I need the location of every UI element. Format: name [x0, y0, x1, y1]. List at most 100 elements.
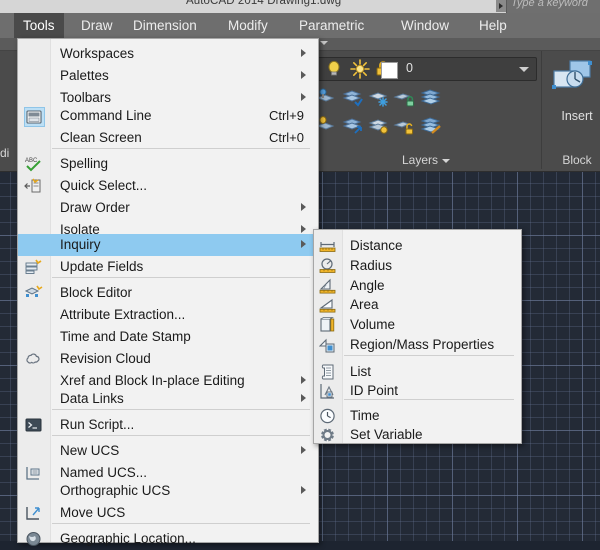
time-icon — [319, 408, 336, 424]
menu-item-shortcut: Ctrl+0 — [268, 130, 304, 145]
ribbon-expand-caret-icon[interactable] — [320, 41, 328, 45]
menu-separator — [52, 409, 310, 410]
layer-combo-caret-icon[interactable] — [519, 67, 529, 72]
menubar-item-draw[interactable]: Draw — [72, 13, 122, 38]
tools-menu-item-inquiry[interactable]: Inquiry — [18, 234, 318, 256]
layer-freeze-icon[interactable] — [348, 57, 372, 81]
submenu-separator — [344, 399, 514, 400]
tools-menu-item-data-links[interactable]: Data Links — [18, 388, 318, 410]
search-input[interactable]: Type a keyword — [511, 0, 588, 9]
layer-unlock-icon[interactable] — [393, 113, 417, 137]
layer-color-swatch[interactable] — [381, 62, 398, 79]
menu-item-label: New UCS — [60, 443, 120, 458]
ribbon-panel-layers: 0 Layers — [310, 51, 542, 169]
block-panel-label-text: Block — [562, 153, 592, 167]
tools-menu-item-block-editor[interactable]: Block Editor — [18, 282, 318, 304]
menu-item-label: Attribute Extraction... — [60, 307, 186, 322]
tools-menu-item-move-ucs[interactable]: Move UCS — [18, 502, 318, 524]
chevron-right-icon — [301, 446, 306, 454]
menu-item-shortcut: Ctrl+9 — [268, 108, 304, 123]
inquiry-menu-item-radius[interactable]: Radius — [314, 255, 521, 277]
layer-thaw-all-icon[interactable] — [367, 113, 391, 137]
canvas-edge-text: di — [0, 146, 10, 160]
layers-panel-label-text: Layers — [401, 153, 439, 167]
area-icon — [319, 297, 336, 313]
menu-item-label: Geographic Location... — [60, 531, 196, 546]
chevron-right-icon — [301, 225, 306, 233]
menu-item-label: Time — [350, 408, 380, 423]
tools-menu-item-orthographic-ucs[interactable]: Orthographic UCS — [18, 480, 318, 502]
spelling-icon: ABC — [24, 155, 43, 173]
tools-menu-item-new-ucs[interactable]: New UCS — [18, 440, 318, 462]
menu-item-label: Time and Date Stamp — [60, 329, 191, 344]
block-editor-icon — [24, 284, 43, 302]
menu-separator — [52, 277, 310, 278]
layers-panel-caret-icon[interactable] — [442, 158, 451, 163]
insert-block-icon[interactable] — [550, 59, 600, 105]
menubar-item-modify[interactable]: Modify — [219, 13, 277, 38]
menubar-item-dimension[interactable]: Dimension — [124, 13, 206, 38]
run-script-icon — [24, 416, 43, 434]
tools-menu-item-time-and-date-stamp[interactable]: Time and Date Stamp — [18, 326, 318, 348]
revision-cloud-icon — [24, 350, 43, 368]
layer-lock-object-icon[interactable] — [393, 85, 417, 109]
tools-menu-item-draw-order[interactable]: Draw Order — [18, 197, 318, 219]
search-dropdown-arrow[interactable] — [496, 0, 506, 12]
tools-menu-item-clean-screen[interactable]: Clean Screen Ctrl+0 — [18, 127, 318, 149]
inquiry-menu-item-area[interactable]: Area — [314, 294, 521, 316]
keyword-search-box[interactable]: Type a keyword — [506, 0, 600, 14]
layer-on-off-icon[interactable] — [322, 57, 346, 81]
insert-button-label[interactable]: Insert — [542, 109, 600, 123]
menu-item-label: Command Line — [60, 108, 152, 123]
menu-item-label: Spelling — [60, 156, 109, 171]
layer-combo-box[interactable]: 0 — [317, 57, 537, 81]
chevron-right-icon — [301, 240, 306, 248]
set-variable-icon — [319, 427, 336, 443]
tools-menu-item-revision-cloud[interactable]: Revision Cloud — [18, 348, 318, 370]
chevron-right-icon — [301, 376, 306, 384]
tools-menu-item-run-script[interactable]: Run Script... — [18, 414, 318, 436]
move-ucs-icon — [24, 504, 43, 522]
radius-icon — [319, 258, 336, 274]
chevron-right-icon — [301, 71, 306, 79]
svg-text:ABC: ABC — [25, 158, 38, 164]
menu-item-label: Distance — [350, 238, 403, 253]
tools-menu-item-attribute-extraction[interactable]: Attribute Extraction... — [18, 304, 318, 326]
menu-item-label: Update Fields — [60, 259, 144, 274]
tools-menu-item-palettes[interactable]: Palettes — [18, 65, 318, 87]
menu-item-label: Volume — [350, 317, 396, 332]
menu-separator — [52, 523, 310, 524]
chevron-right-icon — [301, 394, 306, 402]
menubar-item-window[interactable]: Window — [392, 13, 458, 38]
menu-item-label: Data Links — [60, 391, 124, 406]
layer-freeze-object-icon[interactable] — [367, 85, 391, 109]
menu-item-label: ID Point — [350, 383, 399, 398]
menubar-item-tools[interactable]: Tools — [14, 13, 64, 38]
layer-merge-icon[interactable] — [419, 85, 443, 109]
menubar-item-help[interactable]: Help — [470, 13, 516, 38]
layer-delete-icon[interactable] — [419, 113, 443, 137]
menu-item-label: Angle — [350, 278, 385, 293]
inquiry-menu-item-set-variable[interactable]: Set Variable — [314, 424, 521, 446]
menu-separator — [52, 148, 310, 149]
layer-match-icon[interactable] — [341, 85, 365, 109]
menu-item-label: List — [350, 364, 372, 379]
inquiry-menu-item-volume[interactable]: Volume — [314, 314, 521, 336]
command-line-icon — [24, 107, 45, 127]
autocad-window: AutoCAD 2014 Drawing1.dwg Type a keyword… — [0, 0, 600, 546]
inquiry-menu-item-region-mass-properties[interactable]: Region/Mass Properties — [314, 334, 521, 356]
menu-item-label: Radius — [350, 258, 393, 273]
menubar-item-parametric[interactable]: Parametric — [290, 13, 373, 38]
tools-menu-item-workspaces[interactable]: Workspaces — [18, 43, 318, 65]
menu-separator — [52, 435, 310, 436]
tools-menu-item-command-line[interactable]: Command Line Ctrl+9 — [18, 105, 318, 127]
inquiry-menu-item-distance[interactable]: Distance — [314, 235, 521, 257]
tools-menu-item-spelling[interactable]: ABC Spelling — [18, 153, 318, 175]
tools-menu-item-quick-select[interactable]: Quick Select... — [18, 175, 318, 197]
layer-previous-icon[interactable] — [341, 113, 365, 137]
menu-item-label: Set Variable — [350, 427, 423, 442]
tools-menu-item-update-fields[interactable]: Update Fields — [18, 256, 318, 278]
menu-item-label: Area — [350, 297, 379, 312]
layers-panel-label[interactable]: Layers — [311, 153, 541, 167]
tools-menu-item-geographic-location[interactable]: Geographic Location... — [18, 528, 318, 550]
